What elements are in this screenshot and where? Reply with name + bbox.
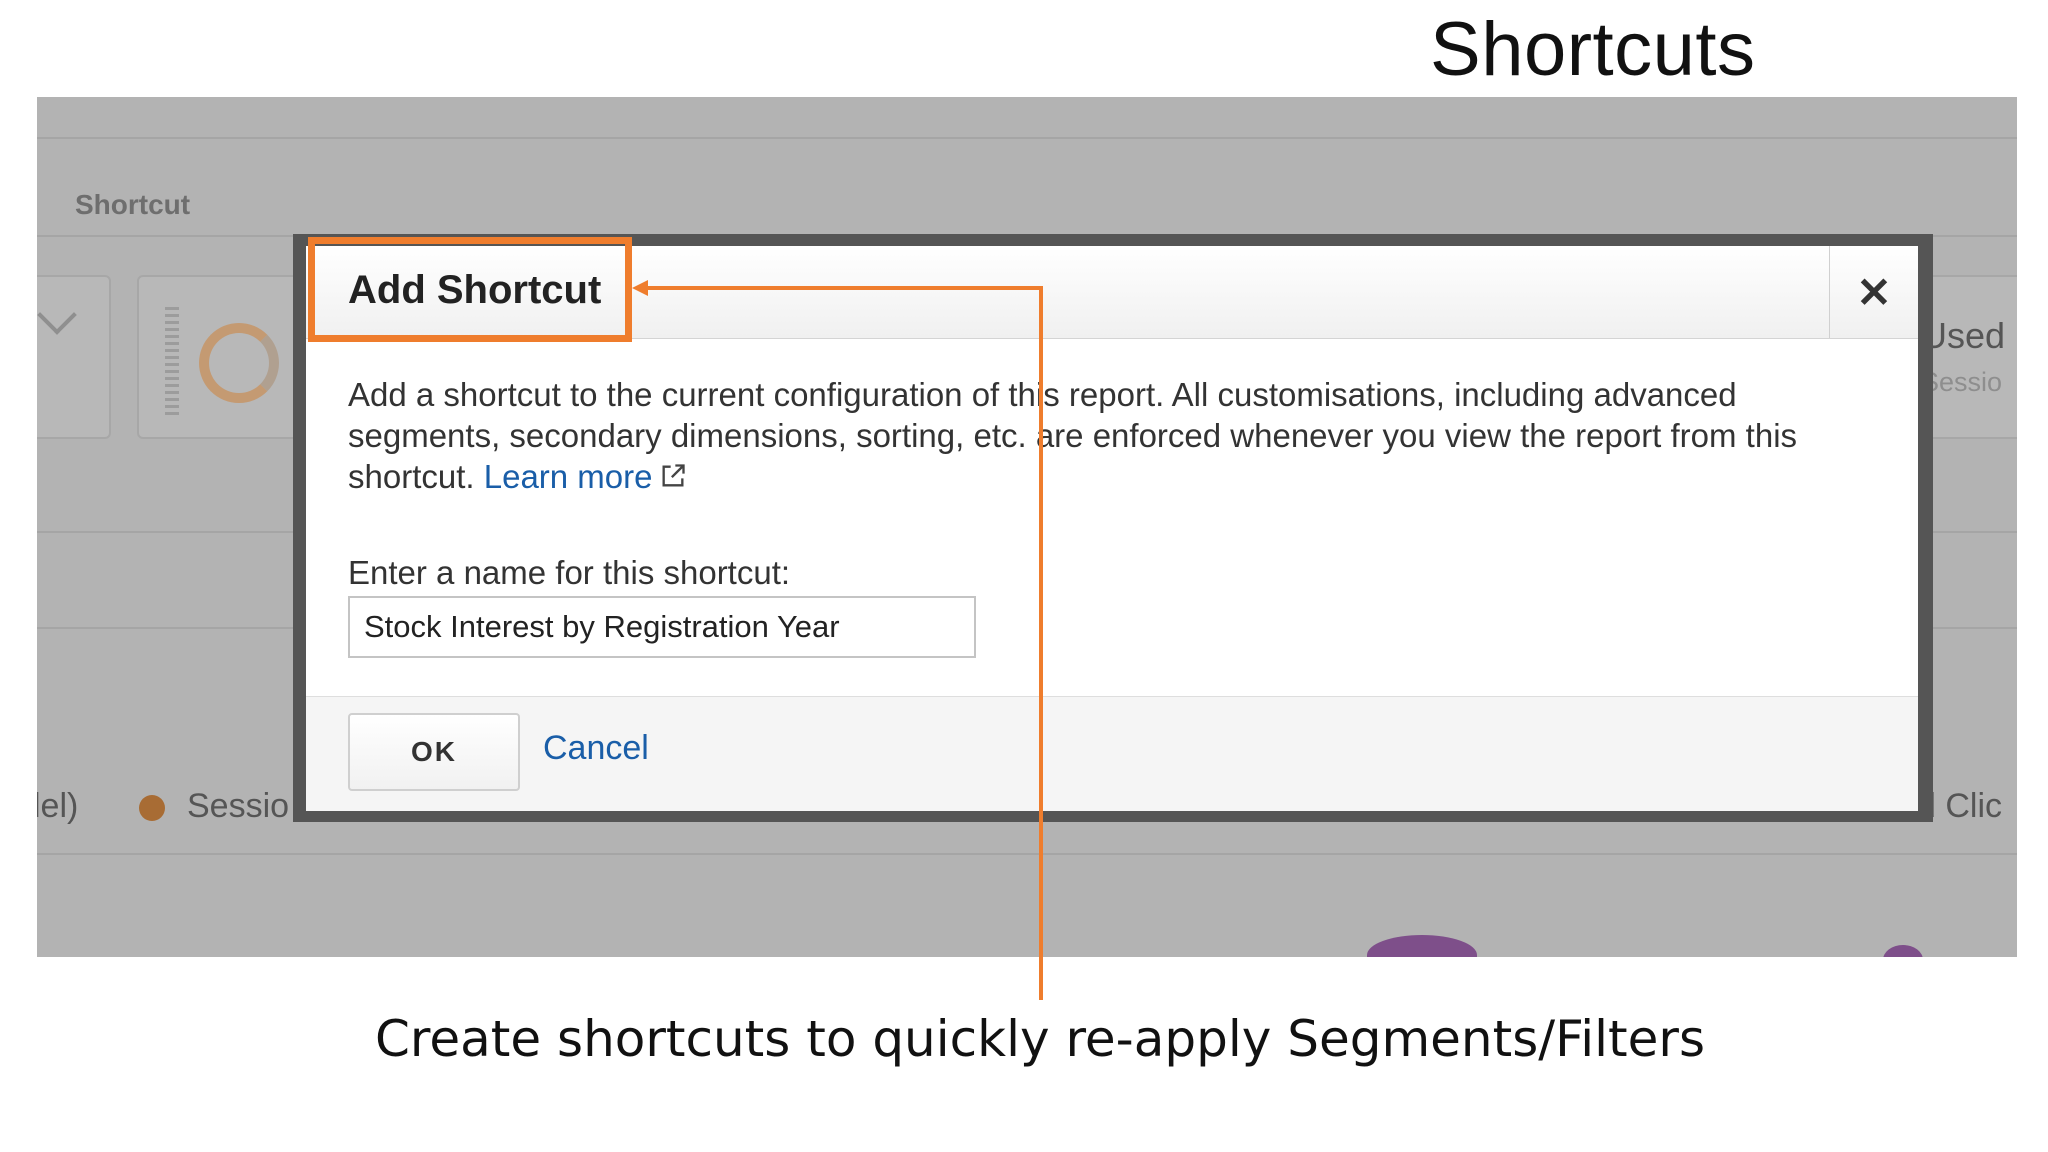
bg-sparkline (165, 307, 179, 417)
external-link-icon (662, 464, 685, 487)
cancel-link[interactable]: Cancel (543, 729, 649, 768)
bg-chart-peak (1883, 945, 1923, 957)
learn-more-link[interactable]: Learn more (484, 458, 687, 495)
annotation-highlight-box (308, 237, 632, 342)
bg-divider (37, 853, 2017, 855)
bg-dropdown-card (37, 275, 111, 439)
close-button[interactable]: ✕ (1829, 246, 1918, 338)
ok-button[interactable]: OK (348, 713, 520, 791)
bg-legend-left: lel) (37, 787, 79, 825)
chevron-down-icon (37, 295, 77, 335)
close-icon: ✕ (1856, 268, 1892, 316)
shortcut-name-label: Enter a name for this shortcut: (348, 554, 791, 591)
shortcut-name-input[interactable] (348, 596, 976, 658)
bg-legend-session: Sessio (187, 787, 290, 825)
bg-used-label: Used (1921, 315, 2006, 356)
dialog-description: Add a shortcut to the current configurat… (348, 374, 1878, 497)
bg-sessions-label: Sessio (1921, 367, 2003, 397)
learn-more-label: Learn more (483, 458, 653, 495)
bg-shortcut-tab: Shortcut (75, 189, 191, 220)
bg-chart-peak (1367, 935, 1477, 957)
slide-caption: Create shortcuts to quickly re-apply Seg… (374, 1010, 1705, 1068)
slide-title: Shortcuts (1430, 7, 1756, 92)
dialog-footer: OK Cancel (306, 696, 1918, 811)
legend-dot-icon (139, 795, 165, 821)
donut-chart-icon (199, 323, 279, 403)
bg-divider (37, 137, 2017, 139)
